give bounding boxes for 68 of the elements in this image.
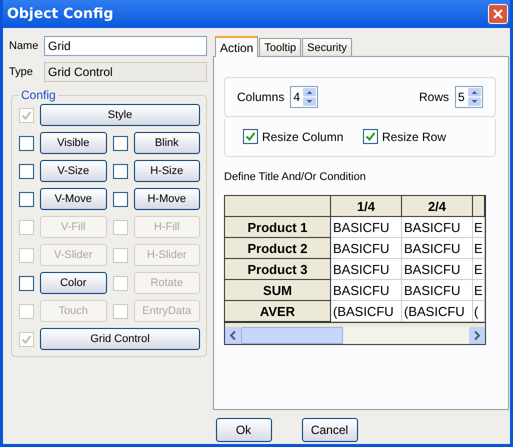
- table-cell[interactable]: BASICFU: [331, 259, 402, 280]
- table-cell[interactable]: BASICFU: [331, 238, 402, 259]
- tab[interactable]: Action: [215, 36, 258, 57]
- table-cell[interactable]: E: [473, 238, 485, 259]
- table-cell[interactable]: BASICFU: [402, 238, 473, 259]
- row-header: AVER: [225, 301, 331, 322]
- table-cell[interactable]: BASICFU: [331, 217, 402, 238]
- config-button: EntryData: [134, 300, 200, 322]
- type-label: Type: [9, 66, 34, 78]
- table-cell[interactable]: E: [473, 217, 485, 238]
- config-button: Touch: [40, 300, 106, 322]
- table-cell[interactable]: E: [473, 280, 485, 301]
- checkbox[interactable]: [19, 136, 34, 150]
- config-button[interactable]: V-Size: [40, 160, 106, 182]
- checkbox-label: Resize Column: [262, 130, 344, 144]
- name-field[interactable]: Grid: [44, 36, 207, 56]
- tab[interactable]: Tooltip: [259, 38, 302, 56]
- type-field[interactable]: Grid Control: [44, 62, 207, 82]
- table-cell[interactable]: BASICFU: [331, 280, 402, 301]
- config-button[interactable]: V-Move: [40, 188, 106, 210]
- checkbox-label: Resize Row: [382, 130, 446, 144]
- table-cell[interactable]: BASICFU: [402, 280, 473, 301]
- checkbox[interactable]: [19, 164, 34, 178]
- row-header: Product 2: [225, 238, 331, 259]
- config-button[interactable]: Color: [40, 272, 106, 294]
- dialog-button[interactable]: Cancel: [302, 418, 358, 442]
- dialog-button[interactable]: Ok: [216, 418, 272, 442]
- config-button: Rotate: [134, 272, 200, 294]
- config-button: V-Slider: [40, 244, 106, 266]
- table-cell[interactable]: BASICFU: [402, 217, 473, 238]
- config-button: H-Slider: [134, 244, 200, 266]
- tab[interactable]: Security: [302, 38, 352, 56]
- window-title: Object Config: [7, 6, 114, 22]
- config-button[interactable]: Blink: [134, 132, 200, 154]
- table-cell[interactable]: BASICFU: [402, 259, 473, 280]
- config-button: V-Fill: [40, 216, 106, 238]
- checkbox[interactable]: [19, 192, 34, 206]
- spin-arrows-icon[interactable]: [468, 88, 481, 106]
- config-button: H-Fill: [134, 216, 200, 238]
- column-header: 2/4: [402, 196, 473, 217]
- checkbox[interactable]: [363, 129, 378, 144]
- table-cell[interactable]: E: [473, 259, 485, 280]
- config-legend: Config: [19, 88, 58, 102]
- spin-arrows-icon[interactable]: [303, 88, 316, 106]
- define-label: Define Title And/Or Condition: [224, 171, 367, 183]
- scroll-left-icon[interactable]: [225, 327, 241, 344]
- checkbox[interactable]: [19, 276, 34, 290]
- config-button[interactable]: H-Size: [134, 160, 200, 182]
- rows-spinner[interactable]: 5: [455, 86, 483, 108]
- row-header: Product 3: [225, 259, 331, 280]
- row-header: Product 1: [225, 217, 331, 238]
- config-button[interactable]: H-Move: [134, 188, 200, 210]
- config-button[interactable]: Visible: [40, 132, 106, 154]
- rows-label: Rows: [418, 90, 449, 104]
- checkbox[interactable]: [112, 136, 128, 150]
- columns-label: Columns: [237, 90, 284, 104]
- columns-spinner[interactable]: 4: [290, 86, 318, 108]
- name-label: Name: [9, 40, 40, 52]
- scrollbar-thumb[interactable]: [241, 327, 343, 344]
- scroll-right-icon[interactable]: [469, 327, 485, 344]
- row-header: SUM: [225, 280, 331, 301]
- checkbox[interactable]: [243, 129, 258, 144]
- close-button[interactable]: [488, 4, 508, 24]
- checkbox[interactable]: [112, 164, 128, 178]
- column-header: 1/4: [331, 196, 402, 217]
- checkbox[interactable]: [112, 192, 128, 206]
- close-icon: [492, 8, 504, 20]
- horizontal-scrollbar[interactable]: [225, 327, 485, 344]
